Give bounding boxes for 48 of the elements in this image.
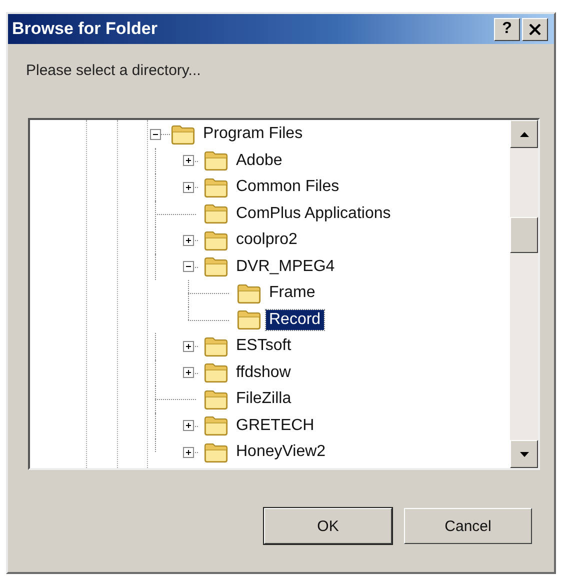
scroll-up-button[interactable] — [510, 120, 538, 148]
scroll-thumb[interactable] — [510, 217, 538, 253]
window-title: Browse for Folder — [12, 19, 158, 39]
expand-toggle[interactable] — [183, 420, 194, 431]
folder-item[interactable]: HoneyView2 — [233, 442, 329, 462]
folder-item[interactable]: FileZilla — [233, 389, 294, 410]
folder-icon — [203, 176, 229, 198]
folder-icon — [203, 336, 229, 356]
prompt-text: Please select a directory... — [25, 61, 202, 81]
expand-toggle[interactable] — [183, 367, 194, 378]
up-arrow-icon — [520, 132, 528, 136]
close-button[interactable] — [522, 18, 548, 40]
scroll-down-button[interactable] — [510, 440, 538, 468]
folder-icon — [203, 256, 229, 277]
expand-toggle[interactable] — [183, 155, 194, 166]
folder-item[interactable]: ESTsoft — [233, 336, 294, 356]
expand-toggle[interactable] — [150, 128, 161, 140]
help-button[interactable]: ? — [494, 18, 520, 40]
expand-toggle[interactable] — [183, 340, 194, 352]
folder-item[interactable]: GRETECH — [233, 416, 318, 436]
folder-icon — [236, 282, 262, 304]
folder-icon — [203, 150, 229, 171]
folder-icon — [203, 415, 229, 436]
folder-icon — [170, 124, 196, 144]
folder-item[interactable]: Program Files — [200, 124, 306, 144]
ok-button[interactable]: OK — [264, 508, 392, 544]
expand-toggle[interactable] — [183, 446, 194, 458]
folder-item[interactable]: Common Files — [233, 177, 342, 198]
close-icon — [529, 24, 541, 34]
folder-item[interactable]: Record — [266, 310, 324, 330]
cancel-button[interactable]: Cancel — [404, 508, 532, 544]
folder-item[interactable]: DVR_MPEG4 — [233, 256, 338, 277]
folder-item[interactable]: coolpro2 — [233, 230, 300, 250]
folder-icon — [203, 442, 229, 462]
expand-toggle[interactable] — [183, 261, 194, 272]
folder-item[interactable]: ffdshow — [233, 362, 294, 383]
down-arrow-icon — [520, 452, 528, 456]
folder-item[interactable]: Frame — [266, 283, 318, 304]
expand-toggle[interactable] — [183, 234, 194, 246]
folder-item[interactable]: Adobe — [233, 150, 286, 171]
folder-icon — [203, 230, 229, 250]
folder-icon — [203, 362, 229, 383]
folder-icon — [203, 203, 229, 224]
folder-icon — [236, 309, 262, 330]
scrollbar[interactable] — [510, 120, 538, 468]
folder-item[interactable]: ComPlus Applications — [233, 204, 394, 224]
folder-icon — [203, 388, 229, 410]
expand-toggle[interactable] — [183, 182, 194, 192]
